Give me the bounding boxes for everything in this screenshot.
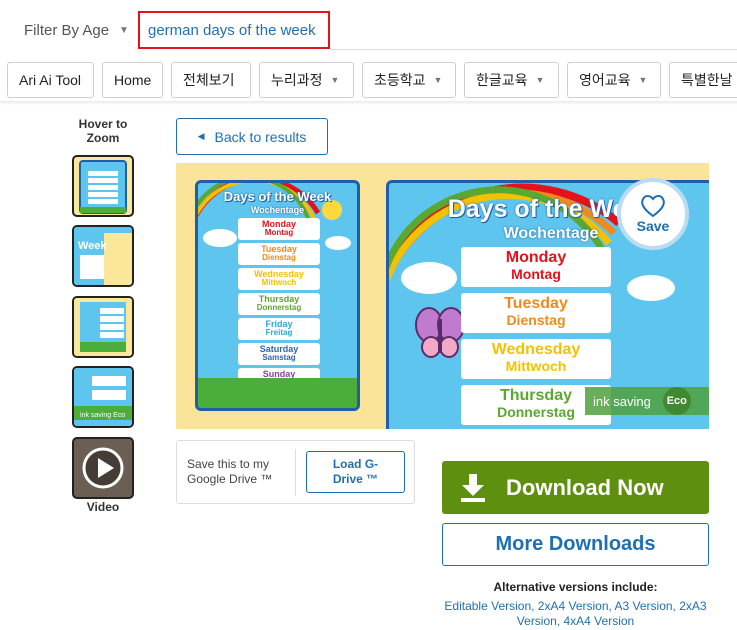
thumbnail-4[interactable]: ink saving Eco — [72, 366, 134, 428]
preview-page-1: Days of the Week Wochentage Monday Montag… — [195, 180, 360, 411]
day-name-en: Tuesday — [504, 295, 568, 312]
search-input[interactable]: german days of the week — [138, 11, 330, 49]
nav-item-label: 전체보기 — [183, 72, 235, 88]
alternative-versions-heading: Alternative versions include: — [493, 580, 658, 594]
preview-title: Days of the Week — [223, 189, 332, 204]
heart-icon — [641, 195, 665, 218]
day-card: Monday Montag — [461, 247, 611, 287]
chevron-down-icon: ▼ — [638, 75, 648, 85]
day-card: Friday Freitag — [238, 318, 320, 340]
video-label: Video — [86, 500, 120, 514]
triangle-left-icon: ◀ — [197, 131, 205, 141]
play-icon — [82, 447, 124, 489]
thumbnail-3[interactable] — [72, 296, 134, 358]
nav-item-label: Ari Ai Tool — [19, 72, 81, 88]
day-name-de: Dienstag — [262, 253, 296, 263]
thumbnail-preview: ink saving Eco — [74, 368, 132, 426]
thumbnail-1[interactable] — [72, 155, 134, 217]
nav-item-label: 초등학교 — [374, 72, 426, 88]
divider — [295, 449, 296, 496]
more-downloads-button[interactable]: More Downloads — [442, 523, 709, 566]
divider — [330, 49, 737, 50]
nav-item-elementary[interactable]: 초등학교 ▼ — [362, 62, 456, 98]
nav-item-label: 특별한날 — [681, 72, 733, 88]
day-name-de: Dienstag — [506, 311, 566, 328]
filter-by-age-dropdown[interactable]: Filter By Age ▼ — [10, 10, 138, 50]
nav-item-special-days[interactable]: 특별한날 — [669, 62, 737, 98]
chevron-down-icon: ▼ — [119, 24, 129, 36]
day-card: Saturday Samstag — [238, 343, 320, 365]
load-gdrive-button[interactable]: Load G-Drive ™ — [306, 451, 405, 493]
nav-item-label: 한글교육 — [476, 72, 528, 88]
day-card: Wednesday Mittwoch — [461, 339, 611, 379]
nav-item-label: Home — [114, 72, 152, 88]
thumbnail-2[interactable]: Week — [72, 225, 134, 287]
grass-illustration — [198, 378, 357, 408]
day-name-de: Mittwoch — [505, 357, 567, 374]
save-label: Save — [636, 218, 670, 234]
alternative-versions-links[interactable]: Editable Version, 2xA4 Version, A3 Versi… — [442, 599, 709, 629]
day-name-en: Wednesday — [491, 341, 581, 358]
svg-text:ink saving Eco: ink saving Eco — [80, 412, 125, 419]
nav-item-label: 영어교육 — [579, 72, 631, 88]
day-name-de: Freitag — [265, 328, 293, 338]
nav-item-nuri[interactable]: 누리과정 ▼ — [259, 62, 354, 98]
thumbnail-preview: Week — [74, 227, 132, 285]
preview-subtitle: Wochentage — [250, 205, 305, 215]
thumbnail-video[interactable] — [72, 437, 134, 499]
day-name-de: Montag — [511, 265, 561, 282]
day-name-en: Monday — [505, 249, 567, 266]
search-bar: Filter By Age ▼ german days of the week — [0, 0, 737, 60]
ink-saving-badge: ink saving Eco — [585, 387, 709, 415]
day-name-de: Montag — [264, 228, 294, 238]
nav-item-label: 누리과정 — [271, 72, 323, 88]
nav-item-ari-ai-tool[interactable]: Ari Ai Tool — [7, 62, 94, 98]
download-now-button[interactable]: Download Now — [442, 461, 709, 514]
nav-shadow — [0, 101, 737, 105]
download-now-label: Download Now — [506, 474, 664, 500]
chevron-down-icon: ▼ — [330, 75, 340, 85]
day-card: Tuesday Dienstag — [461, 293, 611, 333]
category-nav: Ari Ai Tool Home 전체보기 누리과정 ▼ 초등학교 ▼ 한글교육 ▼ … — [0, 62, 737, 102]
nav-item-hangul[interactable]: 한글교육 ▼ — [464, 62, 559, 98]
svg-text:Week: Week — [78, 240, 107, 252]
nav-item-home[interactable]: Home — [102, 62, 163, 98]
google-drive-text: Save this to my Google Drive ™ — [187, 457, 273, 486]
google-drive-box: Save this to my Google Drive ™ Load G-Dr… — [176, 440, 415, 504]
hover-to-zoom-label: Hover to Zoom — [78, 117, 128, 145]
download-icon — [461, 473, 485, 502]
nav-item-english[interactable]: 영어교육 ▼ — [567, 62, 661, 98]
save-button[interactable]: Save — [617, 178, 689, 250]
chevron-down-icon: ▼ — [535, 75, 545, 85]
nav-item-all[interactable]: 전체보기 — [171, 62, 251, 98]
thumbnail-preview — [74, 298, 132, 356]
back-to-results-button[interactable]: ◀ Back to results — [176, 118, 328, 155]
filter-by-age-label: Filter By Age — [24, 21, 110, 39]
day-name-de: Samstag — [262, 353, 296, 363]
back-label: Back to results — [214, 128, 307, 145]
chevron-down-icon: ▼ — [433, 75, 443, 85]
day-name-de: Mittwoch — [261, 278, 297, 288]
day-card: Monday Montag — [238, 218, 320, 240]
ink-saving-label: ink saving — [593, 393, 651, 409]
thumbnail-preview — [79, 160, 127, 214]
day-name-de: Donnerstag — [256, 303, 302, 313]
day-card: Tuesday Dienstag — [238, 243, 320, 265]
day-card: Wednesday Mittwoch — [238, 268, 320, 290]
eco-badge: Eco — [662, 387, 691, 415]
day-card: Thursday Donnerstag — [238, 293, 320, 315]
